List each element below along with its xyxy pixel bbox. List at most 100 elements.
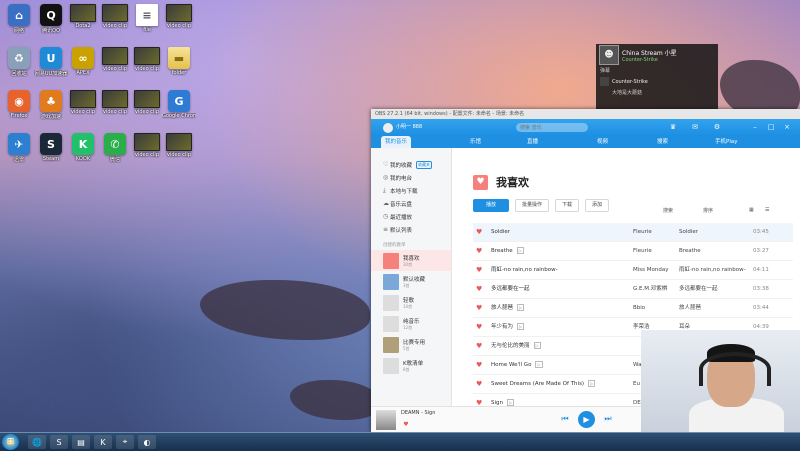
download-button[interactable]: 下载	[555, 199, 580, 212]
sidebar-item-2[interactable]: ⤓ 本地与下载	[371, 184, 451, 197]
desktop-icon[interactable]: ≡ file	[130, 4, 164, 33]
desktop-icon[interactable]: ♣ 游戏加速	[34, 90, 68, 120]
sidebar-item-0[interactable]: ♡ 我的收藏 收藏夹	[371, 158, 451, 171]
maximize-icon[interactable]: □	[767, 123, 775, 131]
desktop-icon[interactable]: video clip	[130, 47, 164, 72]
song-album[interactable]: 旅人琵琶	[679, 299, 701, 317]
song-artist[interactable]: Fleurie	[633, 242, 652, 260]
mv-icon[interactable]: ▷	[507, 399, 515, 406]
now-playing-cover[interactable]	[376, 410, 396, 430]
song-heart-icon[interactable]: ♥	[476, 318, 482, 336]
taskbar-app-icon[interactable]: ▤	[72, 435, 90, 449]
tab-1[interactable]: 乐馆	[466, 136, 485, 148]
desktop-icon[interactable]: video clip	[162, 4, 196, 29]
song-row[interactable]: ♥ Breathe ▷ Fleurie Breathe 03:27	[473, 242, 793, 261]
desktop-icon[interactable]: U 网易UU加速器	[34, 47, 68, 77]
song-artist[interactable]: Fleurie	[633, 223, 652, 241]
sidebar-item-3[interactable]: ☁ 音乐云盘	[371, 197, 451, 210]
song-artist[interactable]: Eu	[633, 375, 640, 393]
sort-button[interactable]: 排序	[703, 207, 713, 214]
stream-chat-row[interactable]: 弹幕	[596, 66, 718, 75]
song-row[interactable]: ♥ 旅人琵琶 ▷ Bbio 旅人琵琶 03:44	[473, 299, 793, 318]
song-title[interactable]: 无与伦比的美丽	[491, 343, 530, 349]
sidebar-item-4[interactable]: ◷ 最近播放	[371, 210, 451, 223]
song-title[interactable]: 多远都要在一起	[491, 286, 530, 292]
tab-3[interactable]: 视频	[593, 136, 612, 148]
desktop-icon[interactable]: S Steam	[34, 133, 68, 162]
start-button[interactable]: ⊞	[2, 434, 19, 450]
song-album[interactable]: Breathe	[679, 242, 701, 260]
sidebar-item-1[interactable]: ◎ 我的电台	[371, 171, 451, 184]
song-heart-icon[interactable]: ♥	[476, 280, 482, 298]
shirt-icon[interactable]: ♛	[669, 123, 677, 131]
playlist-item[interactable]: K歌清单 8首	[371, 355, 451, 376]
add-button[interactable]: 添加	[585, 199, 610, 212]
desktop-icon[interactable]: ▬ folder	[162, 47, 196, 76]
playlist-item[interactable]: 轻歌 10首	[371, 292, 451, 313]
desktop-icon[interactable]: ♻ 回收站	[2, 47, 36, 77]
player-search-input[interactable]	[516, 123, 588, 132]
desktop-icon[interactable]: Q 腾讯QQ	[34, 4, 68, 34]
desktop-icon[interactable]: video clip	[98, 47, 132, 72]
song-album[interactable]: 多远都要在一起	[679, 280, 718, 298]
song-album[interactable]: 雨虹-no rain,no rainbow-	[679, 261, 746, 279]
mail-icon[interactable]: ✉	[691, 123, 699, 131]
desktop-icon[interactable]: ⌂ 网络	[2, 4, 36, 34]
grid-view-icon[interactable]: ▦	[749, 207, 754, 213]
taskbar-app-icon[interactable]: ◐	[138, 435, 156, 449]
stream-game-row[interactable]: Counter-Strike	[596, 75, 718, 88]
song-title[interactable]: 旅人琵琶	[491, 305, 513, 311]
gear-icon[interactable]: ⚙	[713, 123, 721, 131]
song-artist[interactable]: Bbio	[633, 299, 645, 317]
desktop-icon[interactable]: video clip	[66, 90, 100, 115]
song-title[interactable]: Sweet Dreams (Are Made Of This)	[491, 381, 584, 387]
song-title[interactable]: Home We'll Go	[491, 362, 531, 368]
next-icon[interactable]: ⏭	[603, 414, 613, 424]
song-title[interactable]: Breathe	[491, 248, 513, 254]
tab-5[interactable]: 手机Play	[711, 136, 741, 148]
desktop-icon[interactable]: video clip	[130, 133, 164, 158]
desktop-icon[interactable]: ✈ 迅雷	[2, 133, 36, 163]
taskbar-app-icon[interactable]: K	[94, 435, 112, 449]
mv-icon[interactable]: ▷	[535, 361, 543, 368]
close-icon[interactable]: ×	[783, 123, 791, 131]
playlist-item[interactable]: 我喜欢 30首	[371, 250, 451, 271]
like-icon[interactable]: ♥	[401, 420, 411, 430]
song-heart-icon[interactable]: ♥	[476, 337, 482, 355]
song-artist[interactable]: G.E.M.邓紫棋	[633, 280, 667, 298]
sidebar-item-5[interactable]: ≡ 默认列表	[371, 223, 451, 236]
desktop-icon[interactable]: ◉ Firefox	[2, 90, 36, 119]
play-button[interactable]: ▶	[578, 411, 595, 428]
taskbar-app-icon[interactable]: ⌖	[116, 435, 134, 449]
desktop-icon[interactable]: video clip	[162, 133, 196, 158]
song-title[interactable]: 年少有为	[491, 324, 513, 330]
list-view-icon[interactable]: ☰	[765, 207, 769, 213]
song-row[interactable]: ♥ 雨虹-no rain,no rainbow- Miss Monday 雨虹-no …	[473, 261, 793, 280]
desktop-icon[interactable]: Dota2	[66, 4, 100, 29]
song-heart-icon[interactable]: ♥	[476, 356, 482, 374]
taskbar-app-icon[interactable]: S	[50, 435, 68, 449]
playlist-item[interactable]: 默认收藏 3首	[371, 271, 451, 292]
song-heart-icon[interactable]: ♥	[476, 375, 482, 393]
song-album[interactable]: Soldier	[679, 223, 698, 241]
song-heart-icon[interactable]: ♥	[476, 299, 482, 317]
mv-icon[interactable]: ▷	[588, 380, 596, 387]
user-avatar[interactable]	[383, 123, 393, 133]
desktop-icon[interactable]: ✆ 微信	[98, 133, 132, 163]
prev-icon[interactable]: ⏮	[560, 414, 570, 424]
desktop-icon[interactable]: GGoogle Chrome	[162, 90, 196, 119]
desktop-icon[interactable]: video clip	[98, 90, 132, 115]
playlist-item[interactable]: 纯音乐 12首	[371, 313, 451, 334]
song-heart-icon[interactable]: ♥	[476, 242, 482, 260]
desktop-icon[interactable]: K KOOK	[66, 133, 100, 162]
tab-2[interactable]: 直播	[523, 136, 542, 148]
song-artist[interactable]: Miss Monday	[633, 261, 668, 279]
desktop-icon[interactable]: video clip	[98, 4, 132, 29]
tab-4[interactable]: 搜索	[653, 136, 672, 148]
mv-icon[interactable]: ▷	[533, 342, 541, 349]
desktop-icon[interactable]: video clip	[130, 90, 164, 115]
playlist-item[interactable]: 比赛专用 5首	[371, 334, 451, 355]
mv-icon[interactable]: ▷	[516, 247, 524, 254]
song-title[interactable]: 雨虹-no rain,no rainbow-	[491, 267, 558, 273]
mv-icon[interactable]: ▷	[517, 304, 525, 311]
